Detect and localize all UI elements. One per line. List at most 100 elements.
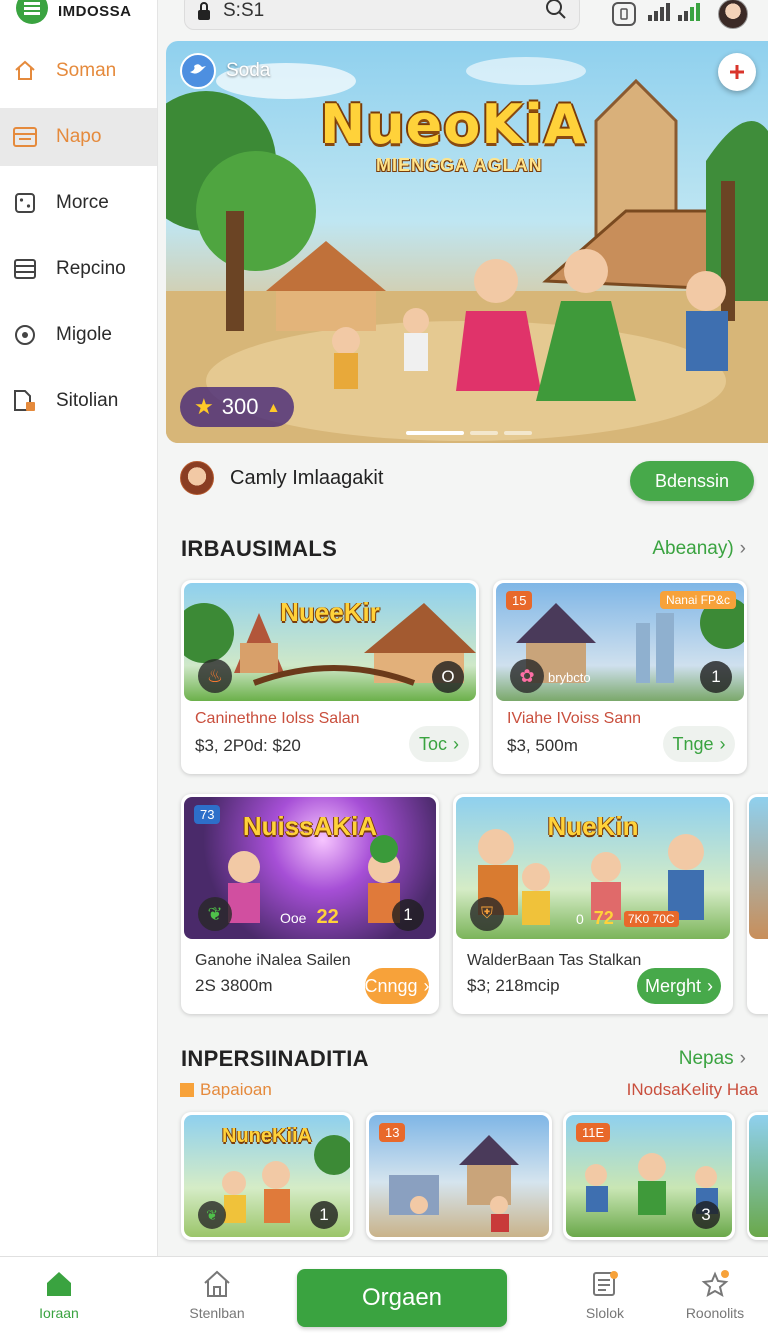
card-price: $3, 500m xyxy=(507,736,578,755)
sidebar-item-soman[interactable]: Soman xyxy=(0,42,157,100)
card-thumbnail: 15 Nanai FP&c ✿ brybcto 1 xyxy=(496,583,744,701)
hero-tag-label: Soda xyxy=(226,60,271,81)
section-subhead-right[interactable]: INodsaKelity Haa xyxy=(627,1080,758,1100)
carousel-dot[interactable] xyxy=(470,431,498,435)
sidebar-item-sitolian[interactable]: Sitolian xyxy=(0,372,157,430)
sidebar-item-napo[interactable]: Napo xyxy=(0,108,157,166)
card-count: O xyxy=(432,661,464,693)
card-badge: 11E xyxy=(576,1123,611,1142)
sidebar-item-label: Soman xyxy=(56,60,117,81)
card-badge: 15 xyxy=(506,591,533,610)
game-card[interactable]: 11E 3 xyxy=(563,1112,735,1240)
link-label: Abeanay) xyxy=(652,538,734,559)
card-thumbnail: NuissAKiA 73 ❦ Ooe 22 1 xyxy=(184,797,436,939)
game-card[interactable]: NuissAKiA 73 ❦ Ooe 22 1 Ganohe iNalea Sa… xyxy=(181,794,439,1014)
card-action-label: Merght xyxy=(644,975,702,996)
sidebar-item-morce[interactable]: Morce xyxy=(0,174,157,232)
sidebar-item-repcino[interactable]: Repcino xyxy=(0,240,157,298)
brand[interactable]: IMDOSSA xyxy=(0,0,157,28)
nav-label: Stenlban xyxy=(189,1305,245,1321)
nav-item-slolok[interactable]: Slolok xyxy=(550,1269,660,1321)
status-area xyxy=(612,0,748,29)
section-subhead[interactable]: Bapaioan xyxy=(180,1080,272,1100)
carousel-dots[interactable] xyxy=(406,431,532,435)
calendar-icon xyxy=(12,124,38,150)
primary-cta-button[interactable]: Orgaen xyxy=(297,1269,507,1327)
card-overlay-number: 72 xyxy=(593,908,614,928)
chevron-right-icon: › xyxy=(707,975,714,996)
flame-icon: ♨ xyxy=(198,659,232,693)
card-action-label: Cnngg xyxy=(364,975,418,996)
card-action-label: Tnge xyxy=(672,733,714,754)
document-icon xyxy=(12,388,38,414)
sidebar-item-label: Migole xyxy=(56,324,112,345)
section-subhead-label: Bapaioan xyxy=(200,1080,272,1099)
house-outline-icon xyxy=(204,1270,230,1297)
badge-icon[interactable] xyxy=(612,2,636,26)
card-overlay-number: 22 xyxy=(316,906,339,928)
game-card-partial[interactable] xyxy=(747,1112,768,1240)
nav-item-roonolits[interactable]: Roonolits xyxy=(660,1269,768,1321)
card-name: WalderBaan Tas Stalkan xyxy=(467,952,642,969)
card-count: 3 xyxy=(692,1201,720,1229)
card-name: Caninethne Iolss Salan xyxy=(195,710,360,727)
sidebar-item-label: Napo xyxy=(56,126,102,147)
account-row[interactable]: Camly Imlaagakit xyxy=(180,461,383,495)
card-label: brybcto xyxy=(548,670,591,685)
search-bar[interactable]: S:S1 xyxy=(184,0,580,30)
hero-tag[interactable]: Soda xyxy=(180,53,270,89)
chevron-right-icon: › xyxy=(423,975,430,996)
card-name: Ganohe iNalea Sailen xyxy=(195,952,351,969)
section-title: INPERSIINADITIA xyxy=(181,1046,369,1071)
carousel-dot[interactable] xyxy=(504,431,532,435)
nav-label: Roonolits xyxy=(685,1305,745,1321)
plus-button[interactable] xyxy=(718,53,756,91)
hero-banner[interactable]: Soda NueoKiA MIENGGA AGLAN ★ 300 ▲ xyxy=(166,41,768,443)
game-card[interactable]: NuneKiiA ❦ 1 xyxy=(181,1112,353,1240)
game-card[interactable]: 13 xyxy=(366,1112,552,1240)
card-title-art: NuneKiiA xyxy=(222,1125,312,1147)
card-action-button[interactable]: Cnngg › xyxy=(364,968,430,1004)
section-see-all-link[interactable]: Abeanay) › xyxy=(652,538,746,560)
game-card[interactable]: NueeKir ♨ O Caninethne Iolss Salan $3, 2… xyxy=(181,580,479,774)
leaf-icon: ❦ xyxy=(198,897,232,931)
sidebar-item-migole[interactable]: Migole xyxy=(0,306,157,364)
card-overlay-label: Ooe xyxy=(280,909,307,926)
chevron-right-icon: › xyxy=(453,733,460,754)
menu-logo-icon xyxy=(16,0,48,24)
sidebar-item-label: Sitolian xyxy=(56,390,119,411)
search-icon[interactable] xyxy=(545,0,567,25)
card-action-label: Toc xyxy=(419,733,448,754)
game-card[interactable]: NueKin ⛨ 0 72 7K0 70C WalderBaan Tas Sta… xyxy=(453,794,733,1014)
star-badge-icon xyxy=(701,1270,729,1298)
coin-counter[interactable]: ★ 300 ▲ xyxy=(180,387,295,427)
account-action-button[interactable]: Bdenssin xyxy=(630,461,754,501)
hero-title: NueoKiA xyxy=(320,93,587,156)
card-action-button[interactable]: Toc › xyxy=(409,726,469,762)
avatar xyxy=(180,461,214,495)
carousel-dot[interactable] xyxy=(406,431,464,435)
nav-item-stenlban[interactable]: Stenlban xyxy=(162,1269,272,1321)
signal-icon xyxy=(648,1,706,28)
card-badge: 13 xyxy=(379,1123,406,1142)
shield-icon: ⛨ xyxy=(470,897,504,931)
card-thumbnail xyxy=(749,1115,768,1237)
nav-label: Slolok xyxy=(585,1305,625,1321)
game-card[interactable]: 15 Nanai FP&c ✿ brybcto 1 IViahe IVoiss … xyxy=(493,580,747,774)
section-see-all-link[interactable]: Nepas › xyxy=(679,1048,746,1070)
section-title: IRBAUSIMALS xyxy=(181,536,338,561)
card-badge: 73 xyxy=(194,805,221,824)
brand-name: IMDOSSA xyxy=(58,2,132,20)
square-icon xyxy=(180,1083,194,1097)
card-thumbnail: NueeKir ♨ O xyxy=(184,583,476,701)
search-input[interactable]: S:S1 xyxy=(223,0,545,22)
card-action-button[interactable]: Tnge › xyxy=(663,726,735,762)
card-count: 1 xyxy=(700,661,732,693)
chevron-right-icon: › xyxy=(739,538,746,559)
card-action-button[interactable]: Merght › xyxy=(637,968,721,1004)
flower-icon: ✿ xyxy=(510,659,544,693)
avatar[interactable] xyxy=(718,0,748,29)
nav-item-home[interactable]: Ioraan xyxy=(4,1269,114,1321)
card-thumbnail: NueKin ⛨ 0 72 7K0 70C xyxy=(456,797,730,939)
game-card-partial[interactable] xyxy=(747,794,768,1014)
